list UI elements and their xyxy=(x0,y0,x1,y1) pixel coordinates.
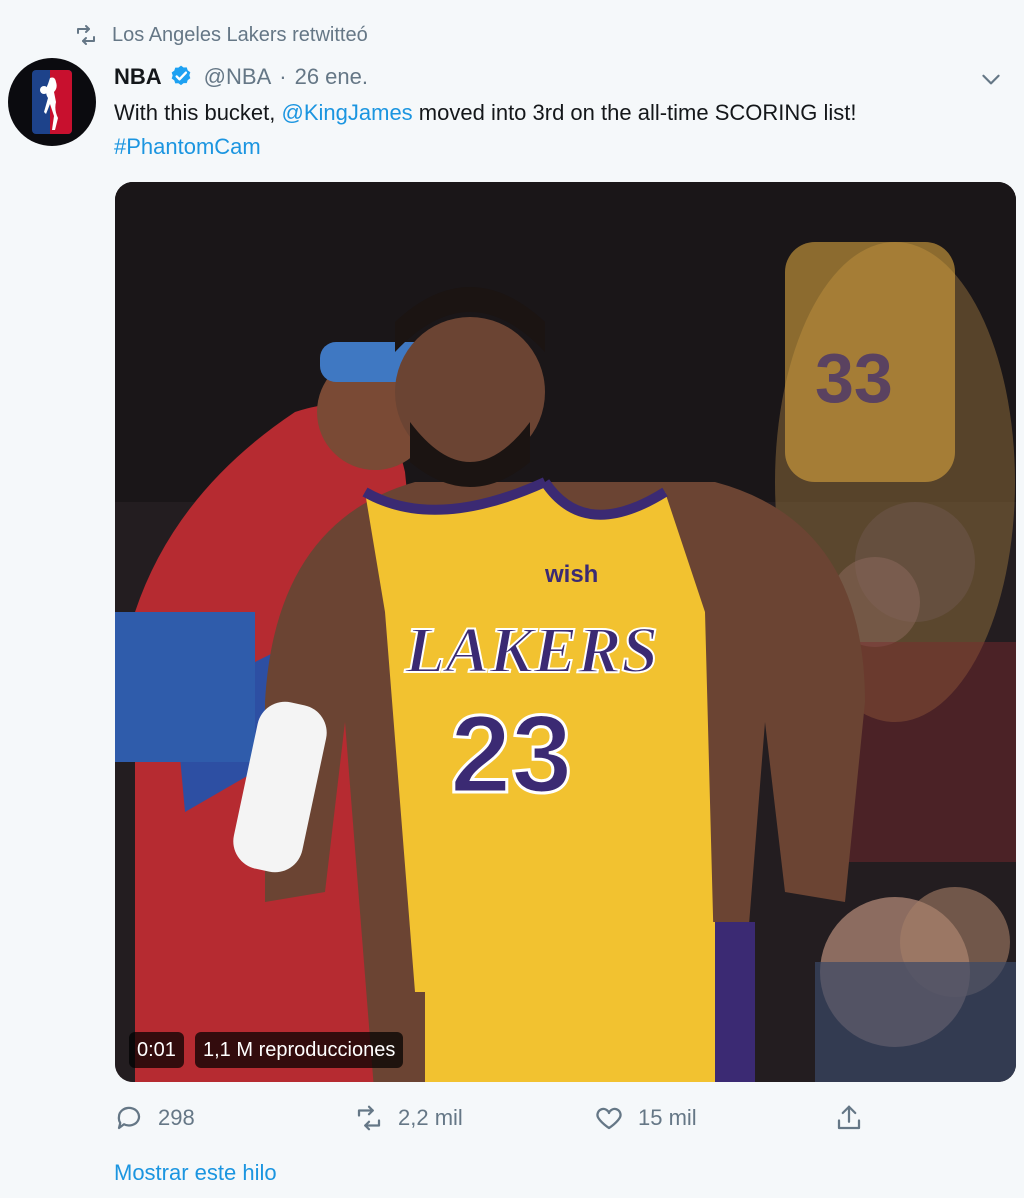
tweet-text-after: moved into 3rd on the all-time SCORING l… xyxy=(412,100,857,125)
nba-logo-icon xyxy=(32,70,72,134)
retweet-icon xyxy=(77,25,95,45)
avatar[interactable] xyxy=(8,58,96,146)
tweet-actions: 298 2,2 mil 15 mil xyxy=(114,1096,874,1140)
tweet-text: With this bucket, @KingJames moved into … xyxy=(114,96,1014,164)
like-button[interactable]: 15 mil xyxy=(594,1096,697,1140)
bg-jersey-number: 33 xyxy=(815,339,893,417)
share-icon xyxy=(837,1105,861,1130)
reply-button[interactable]: 298 xyxy=(114,1096,195,1140)
jersey-sponsor: wish xyxy=(544,561,598,588)
video-player[interactable]: 33 wish LAKERS 23 0:01 1,1 M reproduccio… xyxy=(115,182,1016,1082)
chevron-down-icon[interactable] xyxy=(978,66,1004,92)
video-duration: 0:01 xyxy=(129,1032,184,1068)
video-views: 1,1 M reproducciones xyxy=(195,1032,404,1068)
retweet-button[interactable]: 2,2 mil xyxy=(354,1096,463,1140)
hashtag-link[interactable]: #PhantomCam xyxy=(114,134,261,159)
retweet-icon xyxy=(357,1105,381,1131)
author-name[interactable]: NBA xyxy=(114,64,162,90)
tweet-date[interactable]: 26 ene. xyxy=(295,64,368,90)
jersey-number: 23 xyxy=(450,693,572,816)
separator-dot: · xyxy=(279,64,287,89)
author-handle[interactable]: @NBA xyxy=(204,64,272,90)
jersey-team-name: LAKERS xyxy=(404,614,658,687)
show-thread-link[interactable]: Mostrar este hilo xyxy=(114,1160,277,1186)
retweet-count: 2,2 mil xyxy=(398,1105,463,1130)
tweet-header: NBA @NBA · 26 ene. xyxy=(114,60,1004,94)
video-frame: 33 wish LAKERS 23 xyxy=(115,182,1016,1082)
retweet-context[interactable]: Los Angeles Lakers retwitteó xyxy=(74,20,368,50)
tweet-text-before: With this bucket, xyxy=(114,100,282,125)
verified-badge-icon xyxy=(171,65,190,86)
heart-icon xyxy=(596,1107,622,1130)
reply-count: 298 xyxy=(158,1105,195,1130)
mention-link[interactable]: @KingJames xyxy=(282,100,413,125)
retweet-label: Los Angeles Lakers retwitteó xyxy=(112,23,368,46)
share-button[interactable] xyxy=(834,1096,864,1140)
reply-icon xyxy=(117,1106,141,1130)
like-count: 15 mil xyxy=(638,1105,697,1130)
